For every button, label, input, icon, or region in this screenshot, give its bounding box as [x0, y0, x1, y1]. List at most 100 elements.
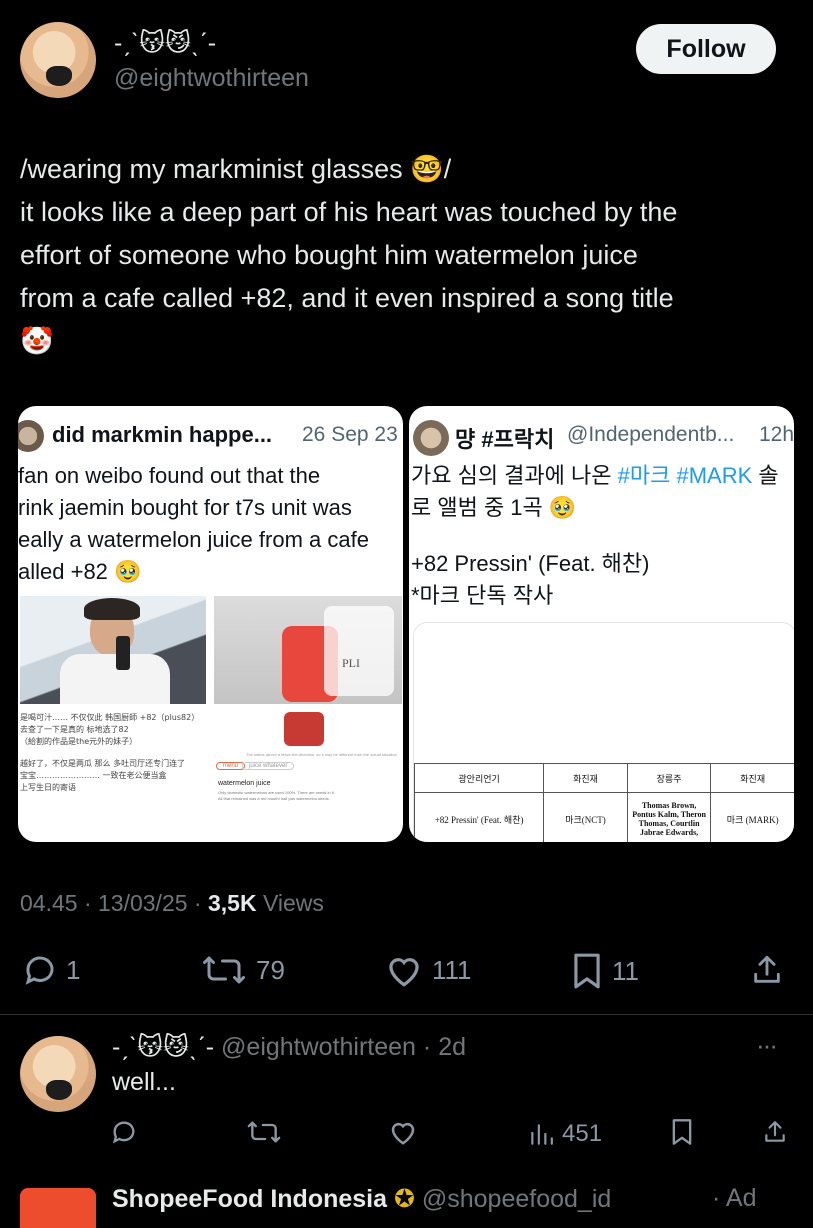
table-cell: 광안리언기 [413, 763, 545, 793]
repost-count: 79 [256, 954, 285, 985]
caption-line: 上写生日的寄语 [20, 783, 76, 792]
reply-count: 1 [66, 954, 81, 985]
follow-button[interactable]: Follow [636, 24, 776, 74]
bookmark-icon [574, 953, 600, 989]
reply-icon [25, 956, 54, 985]
repost-button[interactable]: 79 [200, 952, 285, 988]
repost-icon [247, 1121, 281, 1143]
analytics-icon [531, 1124, 553, 1145]
quoted-text-line: fan on weibo found out that the [18, 463, 321, 488]
more-options-icon[interactable]: ··· [756, 1030, 778, 1061]
bookmark-icon [672, 1119, 692, 1145]
reply-like-button[interactable] [388, 1118, 418, 1146]
quoted-text-line: rink jaemin bought for t7s unit was [18, 495, 352, 520]
bookmark-count: 11 [612, 955, 639, 986]
tweet-text-line: effort of someone who bought him waterme… [20, 240, 638, 270]
reply-views-button[interactable]: 451 [528, 1120, 602, 1148]
screen-pill: juice whatever [242, 762, 295, 770]
heart-icon [389, 958, 419, 987]
reply-bookmark-button[interactable] [670, 1118, 694, 1146]
caption-line: 宝宝…………………… 一致在老公便当盒 [20, 771, 167, 780]
quoted-text-line: +82 Pressin' (Feat. 해찬) [411, 551, 650, 576]
caption-line: （給割的作品是the元外的妹子） [20, 737, 138, 746]
reply-avatar[interactable] [20, 1036, 96, 1112]
tweet-text-line: 🤡 [20, 326, 54, 356]
screen-note: The status above a leave-the-direction, … [246, 752, 397, 757]
song-info-table: 광안리언기 화진재 장릉주 화진재 +82 Pressin' (Feat. 해찬… [413, 763, 794, 842]
quoted-time: 12h [759, 423, 794, 446]
hashtag-link[interactable]: #마크 #MARK [618, 463, 753, 488]
ad-avatar[interactable] [20, 1188, 96, 1228]
views-count: 3,5K [207, 890, 257, 916]
document-scan: 광안리언기 화진재 장릉주 화진재 +82 Pressin' (Feat. 해찬… [413, 622, 794, 842]
table-cell: 장릉주 [626, 763, 712, 793]
divider [0, 1014, 813, 1015]
screen-note: All that remained was a red mouth! half … [218, 796, 330, 801]
reply-share-button[interactable] [762, 1118, 788, 1146]
attached-image-left[interactable]: did markmin happe... 26 Sep 23 fan on we… [18, 406, 403, 842]
table-cell: 화진재 [710, 763, 794, 793]
table-cell: +82 Pressin' (Feat. 해찬) [413, 792, 545, 842]
like-count: 111 [432, 954, 472, 985]
reply-repost-button[interactable] [246, 1118, 282, 1146]
tweet-time: 04.45 · 13/03/25 · [20, 890, 208, 916]
author-avatar[interactable] [20, 22, 96, 98]
quoted-handle: @Independentb... [567, 423, 735, 446]
quoted-avatar [18, 420, 44, 452]
verified-badge-icon: ✪ [393, 1185, 415, 1213]
reply-handle[interactable]: @eightwothirteen [221, 1033, 416, 1061]
tweet-text-line: /wearing my markminist glasses 🤓/ [20, 154, 452, 184]
screen-heading: watermelon juice [218, 780, 271, 787]
quoted-avatar [413, 420, 449, 456]
quoted-name: 먕 #프락치 [455, 427, 555, 452]
quoted-text-segment: 솔 [752, 463, 779, 488]
quoted-text-line: 로 앨범 중 1곡 🥹 [411, 495, 577, 520]
share-button[interactable] [750, 952, 784, 988]
reply-age: · 2d [422, 1033, 467, 1061]
table-cell: 마크(NCT) [543, 792, 628, 842]
reply-display-name[interactable]: -ˏˋ😽😼ˎˊ- [112, 1033, 214, 1061]
ad-handle[interactable]: @shopeefood_id [422, 1185, 611, 1213]
share-icon [754, 955, 780, 983]
views-label: Views [256, 890, 324, 916]
caption-line: 去查了一下是真的 标地选了82 [20, 725, 129, 734]
reply-button[interactable]: 1 [22, 952, 80, 988]
share-icon [765, 1121, 785, 1142]
reply-reply-button[interactable] [110, 1118, 138, 1146]
table-cell: Thomas Brown, Pontus Kalm, Theron Thomas… [626, 792, 712, 842]
photo-watermelon-juice: PLI [214, 596, 402, 704]
quoted-text-segment: 가요 심의 결과에 나온 [411, 463, 618, 488]
author-handle[interactable]: @eightwothirteen [114, 64, 309, 93]
quoted-name: did markmin happe... [52, 422, 273, 447]
photo-caption-text: 是喝可汁…… 不仅仅此 韩国厨師 +82（plus82） 去查了一下是真的 标地… [20, 708, 206, 824]
store-label: PLI [342, 656, 360, 670]
bookmark-button[interactable]: 11 [570, 952, 639, 990]
reply-icon [112, 1121, 135, 1144]
reply-views-count: 451 [562, 1120, 603, 1147]
caption-line: 越好了，不仅是两瓜 那么 多吐司厅还专门连了 [20, 759, 186, 768]
tweet-timestamp[interactable]: 04.45 · 13/03/25 · 3,5K Views [20, 890, 324, 917]
attached-image-right[interactable]: 먕 #프락치 @Independentb... 12h 가요 심의 결과에 나온… [409, 406, 794, 842]
caption-line: 是喝可汁…… 不仅仅此 韩国厨師 +82（plus82） [20, 713, 200, 722]
quoted-text: fan on weibo found out that the rink jae… [18, 460, 403, 588]
ad-header: ShopeeFood Indonesia ✪ @shopeefood_id [112, 1184, 611, 1214]
photo-menu-screen: The status above a leave-the-direction, … [214, 708, 402, 824]
ad-name[interactable]: ShopeeFood Indonesia [112, 1185, 387, 1213]
table-header-row: 광안리언기 화진재 장릉주 화진재 [413, 763, 794, 793]
reply-text: well... [112, 1068, 176, 1096]
quoted-text-line: *마크 단독 작사 [411, 583, 554, 608]
table-row: +82 Pressin' (Feat. 해찬) 마크(NCT) Thomas B… [413, 792, 794, 842]
tweet-text-line: from a cafe called +82, and it even insp… [20, 283, 674, 313]
author-display-name[interactable]: -ˏˋ😽😼ˎˊ- [114, 28, 216, 58]
photo-person-phone [20, 596, 206, 704]
quoted-date: 26 Sep 23 [302, 423, 398, 446]
like-button[interactable]: 111 [384, 952, 472, 988]
table-cell: 마크 (MARK) [710, 792, 794, 842]
tweet-text: /wearing my markminist glasses 🤓/ it loo… [20, 148, 795, 363]
repost-icon [203, 956, 245, 984]
table-cell: 화진재 [543, 763, 628, 793]
tweet-text-line: it looks like a deep part of his heart w… [20, 197, 678, 227]
reply-header: -ˏˋ😽😼ˎˊ- @eightwothirteen · 2d [112, 1032, 466, 1062]
quoted-text: 가요 심의 결과에 나온 #마크 #MARK 솔 로 앨범 중 1곡 🥹 +82… [411, 460, 794, 612]
screen-note: Only domestic watermelons are used 100%.… [218, 790, 335, 795]
